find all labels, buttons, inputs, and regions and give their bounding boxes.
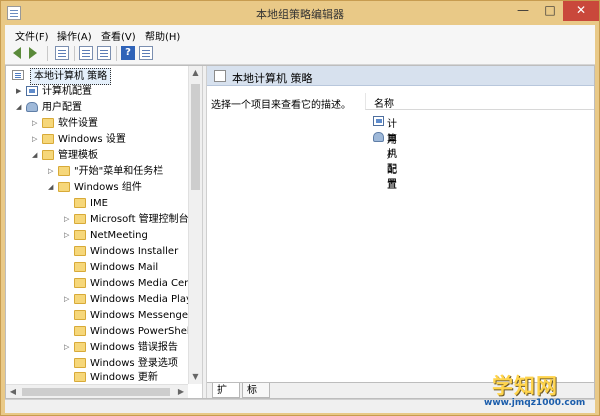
tree-item-label: Microsoft 管理控制台 — [90, 214, 189, 225]
computer-icon — [26, 86, 38, 96]
description-text: 选择一个项目来查看它的描述。 — [211, 100, 351, 111]
toolbar-separator — [74, 46, 75, 61]
folder-icon — [58, 182, 70, 192]
tab-extended[interactable]: 扩展 — [212, 383, 240, 411]
tree-item-label: Windows 错误报告 — [90, 342, 178, 353]
minimize-button[interactable]: — — [509, 1, 537, 21]
back-icon[interactable] — [13, 47, 21, 59]
tree-item-label: Windows 组件 — [74, 182, 142, 193]
scroll-thumb[interactable] — [22, 388, 170, 396]
folder-icon — [74, 342, 86, 352]
tree-item-label: IME — [90, 198, 108, 209]
folder-icon — [74, 358, 86, 368]
expand-icon[interactable]: ▷ — [64, 212, 72, 227]
app-window: 本地组策略编辑器 — □ ✕ 文件(F) 操作(A) 查看(V) 帮助(H) ?… — [0, 0, 600, 416]
tree-item-label: Windows Messenger — [90, 310, 193, 321]
tree-vertical-scrollbar[interactable]: ▲ ▼ — [188, 66, 202, 384]
toolbar-separator — [116, 46, 117, 61]
title-bar[interactable]: 本地组策略编辑器 — □ ✕ — [1, 1, 599, 25]
folder-icon — [74, 246, 86, 256]
help-icon[interactable]: ? — [121, 46, 135, 60]
tree-item-label: NetMeeting — [90, 230, 148, 241]
scroll-right-icon[interactable]: ▶ — [174, 385, 188, 398]
folder-icon — [74, 198, 86, 208]
tree-item-label: 管理模板 — [58, 150, 98, 161]
folder-icon — [74, 262, 86, 272]
folder-icon — [74, 326, 86, 336]
tree-item-label: 计算机配置 — [42, 86, 92, 97]
watermark-url: www.jmqz1000.com — [484, 398, 586, 408]
close-button[interactable]: ✕ — [563, 1, 599, 21]
tree-item-label: 本地计算机 策略 — [30, 68, 112, 85]
folder-icon — [74, 214, 86, 224]
export-list-icon[interactable] — [97, 46, 111, 60]
main-content: 本地计算机 策略 ▶ 计算机配置 ◢ 用户配置 ▷ 软件设置 ▷ Windows… — [5, 65, 595, 411]
maximize-button[interactable]: □ — [537, 1, 563, 21]
collapse-icon[interactable]: ◢ — [48, 180, 56, 195]
properties-icon[interactable] — [79, 46, 93, 60]
menu-help[interactable]: 帮助(H) — [145, 28, 180, 43]
folder-icon — [74, 278, 86, 288]
folder-icon — [74, 310, 86, 320]
scroll-left-icon[interactable]: ◀ — [6, 385, 20, 398]
toolbar-separator — [47, 46, 48, 61]
policy-icon — [12, 70, 24, 80]
policy-icon — [214, 70, 226, 82]
tree-item-label: Windows Mail — [90, 262, 159, 273]
tree-item-label: Windows Media Cente — [90, 278, 201, 289]
computer-icon — [373, 116, 384, 126]
watermark-logo: 学知网 www.jmqz1000.com — [474, 370, 598, 414]
expand-icon[interactable]: ▷ — [64, 340, 72, 355]
folder-icon — [42, 150, 54, 160]
folder-icon — [74, 294, 86, 304]
list-item-label: 用户配置 — [387, 135, 397, 191]
folder-icon — [58, 166, 70, 176]
details-header: 本地计算机 策略 — [207, 66, 594, 86]
scroll-thumb[interactable] — [191, 84, 200, 190]
tree-item-label: Windows PowerShell — [90, 326, 193, 337]
tree-item-label: Windows 更新 — [90, 372, 158, 383]
expand-icon[interactable]: ▷ — [64, 228, 72, 243]
tree-item-label: "开始"菜单和任务栏 — [74, 166, 164, 177]
tree-item-label: 用户配置 — [42, 102, 82, 113]
folder-icon — [74, 372, 86, 382]
tree-item-label: 软件设置 — [58, 118, 98, 129]
expand-icon[interactable]: ▶ — [16, 84, 24, 99]
tree-horizontal-scrollbar[interactable]: ◀ ▶ — [6, 384, 188, 398]
tree-item-label: Windows 登录选项 — [90, 358, 178, 369]
details-title: 本地计算机 策略 — [232, 72, 313, 85]
watermark-main-text: 学知网 — [492, 374, 558, 398]
scroll-up-icon[interactable]: ▲ — [189, 66, 202, 80]
column-header-label: 名称 — [374, 99, 394, 110]
details-pane: 本地计算机 策略 选择一个项目来查看它的描述。 名称 计算机配置 用户配置 扩展… — [207, 66, 594, 411]
expand-icon[interactable]: ▷ — [48, 164, 56, 179]
tab-standard[interactable]: 标准 — [242, 383, 270, 411]
folder-icon — [42, 118, 54, 128]
expand-icon[interactable]: ▷ — [64, 292, 72, 307]
expand-icon[interactable]: ▷ — [32, 132, 40, 147]
menu-action[interactable]: 操作(A) — [57, 28, 92, 43]
folder-icon — [42, 134, 54, 144]
show-tree-icon[interactable] — [55, 46, 69, 60]
column-header-name[interactable]: 名称 — [365, 93, 594, 110]
tree-item-label: Windows Installer — [90, 246, 179, 257]
tree-item-label: Windows 设置 — [58, 134, 126, 145]
user-icon — [26, 102, 38, 112]
menu-view[interactable]: 查看(V) — [101, 28, 136, 43]
expand-icon[interactable]: ▷ — [32, 116, 40, 131]
user-icon — [373, 132, 384, 142]
tree-pane: 本地计算机 策略 ▶ 计算机配置 ◢ 用户配置 ▷ 软件设置 ▷ Windows… — [6, 66, 202, 398]
folder-icon — [74, 230, 86, 240]
menu-bar: 文件(F) 操作(A) 查看(V) 帮助(H) — [5, 25, 595, 43]
scroll-down-icon[interactable]: ▼ — [189, 370, 202, 384]
forward-icon[interactable] — [29, 47, 37, 59]
collapse-icon[interactable]: ◢ — [32, 148, 40, 163]
filter-icon[interactable] — [139, 46, 153, 60]
tree-item-label: Windows Media Playe — [90, 294, 199, 305]
toolbar: ? — [5, 43, 595, 65]
menu-file[interactable]: 文件(F) — [15, 28, 49, 43]
collapse-icon[interactable]: ◢ — [16, 100, 24, 115]
